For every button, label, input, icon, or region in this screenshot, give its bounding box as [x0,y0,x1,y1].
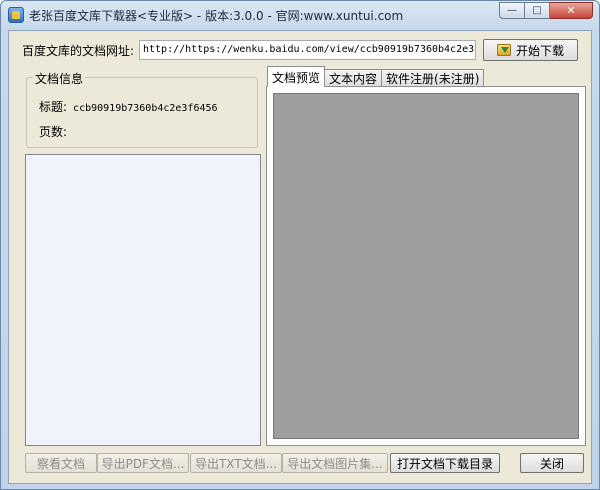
tab-registration[interactable]: 软件注册(未注册) [381,69,485,87]
tab-text-content[interactable]: 文本内容 [324,69,383,87]
app-icon [8,7,24,23]
open-download-folder-button[interactable]: 打开文档下载目录 [390,453,500,473]
start-download-button[interactable]: 开始下载 [483,39,578,61]
export-pdf-button[interactable]: 导出PDF文档... [97,453,189,473]
url-label: 百度文库的文档网址: [22,44,135,58]
document-preview-area[interactable] [273,93,579,439]
close-button[interactable]: 关闭 [520,453,584,473]
doc-pages-row: 页数: [39,123,67,140]
app-window: 老张百度文库下载器<专业版> - 版本:3.0.0 - 官网:www.xuntu… [0,0,600,490]
caption-buttons: — □ ✕ [499,2,593,20]
doc-title-value: ccb90919b7360b4c2e3f6456 [73,103,218,114]
view-document-button[interactable]: 察看文档 [25,453,97,473]
doc-info-title: 文档信息 [33,70,86,87]
url-input[interactable]: http://https://wenku.baidu.com/view/ccb9… [139,40,476,60]
export-images-button[interactable]: 导出文档图片集... [282,453,388,473]
start-download-label: 开始下载 [515,43,564,58]
tab-strip: 文档预览 文本内容 软件注册(未注册) [267,66,485,87]
doc-title-row: 标题: ccb90919b7360b4c2e3f6456 [39,98,218,115]
minimize-button[interactable]: — [499,2,525,19]
doc-pages-label: 页数: [39,125,68,139]
close-window-button[interactable]: ✕ [550,2,593,19]
maximize-button[interactable]: □ [525,2,550,19]
doc-info-group: 文档信息 标题: ccb90919b7360b4c2e3f6456 页数: [26,70,258,148]
doc-title-label: 标题: [39,100,68,114]
tab-preview[interactable]: 文档预览 [267,66,326,87]
export-txt-button[interactable]: 导出TXT文档... [190,453,282,473]
download-icon [496,44,511,56]
client-area: 百度文库的文档网址: http://https://wenku.baidu.co… [8,30,592,484]
window-title: 老张百度文库下载器<专业版> - 版本:3.0.0 - 官网:www.xuntu… [29,9,404,23]
title-bar[interactable]: 老张百度文库下载器<专业版> - 版本:3.0.0 - 官网:www.xuntu… [1,1,599,29]
tab-page [266,86,586,446]
doc-list-panel[interactable] [25,154,261,446]
